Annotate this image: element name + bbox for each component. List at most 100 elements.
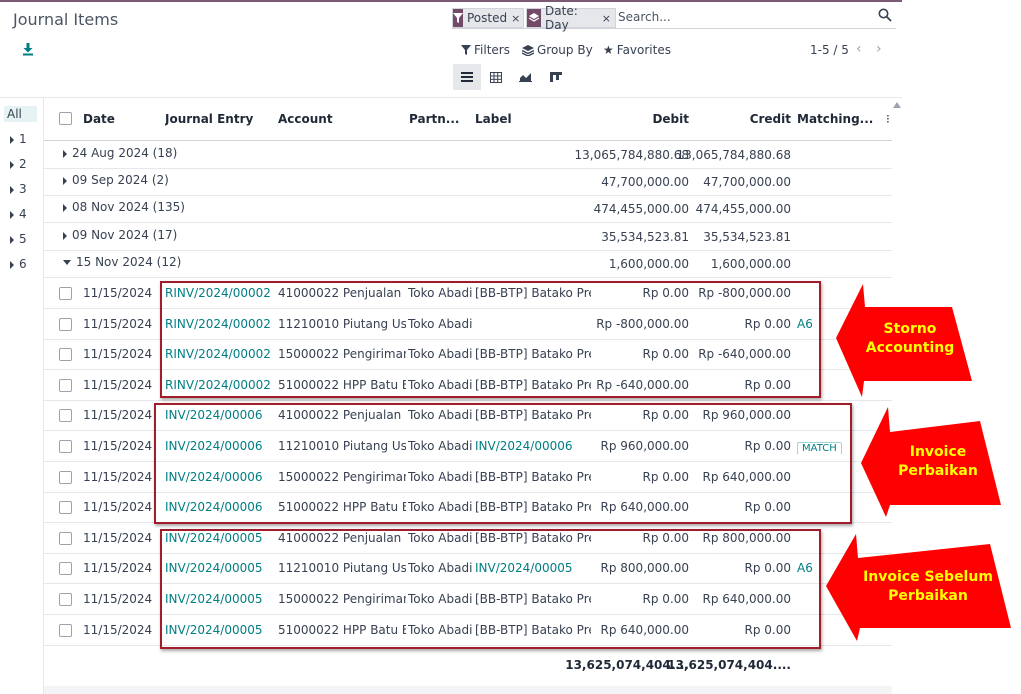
chevron-right-icon[interactable]: › bbox=[876, 41, 882, 57]
group-label: 15 Nov 2024 (12) bbox=[76, 255, 182, 269]
row-checkbox[interactable] bbox=[59, 287, 72, 300]
col-debit[interactable]: Debit bbox=[589, 112, 689, 126]
top-accent-bar bbox=[0, 0, 902, 2]
side-panel-all[interactable]: All bbox=[4, 106, 37, 122]
caret-right-icon bbox=[10, 135, 14, 144]
filters-button[interactable]: Filters bbox=[461, 43, 510, 57]
cell-date: 11/15/2024 bbox=[83, 500, 153, 515]
row-checkbox[interactable] bbox=[59, 409, 72, 423]
pivot-view-icon[interactable] bbox=[482, 64, 510, 90]
list-view-icon[interactable] bbox=[453, 64, 481, 90]
side-panel-item[interactable]: 2 bbox=[10, 157, 27, 171]
download-icon[interactable] bbox=[22, 42, 34, 56]
row-checkbox[interactable] bbox=[59, 593, 72, 606]
chevron-left-icon[interactable]: ‹ bbox=[856, 41, 862, 57]
cell-date: 11/15/2024 bbox=[83, 408, 153, 423]
cell-date: 11/15/2024 bbox=[83, 592, 153, 606]
remove-facet-icon[interactable]: × bbox=[511, 12, 524, 25]
facet-date-day: Date: Day × bbox=[526, 4, 616, 32]
caret-right-icon bbox=[10, 185, 14, 194]
side-panel-item[interactable]: 4 bbox=[10, 207, 27, 221]
cell-date: 11/15/2024 bbox=[83, 530, 153, 545]
cell-date: 11/15/2024 bbox=[83, 377, 153, 392]
facet-posted: Posted × bbox=[452, 8, 524, 28]
facet-label: Date: Day bbox=[545, 4, 578, 32]
filters-label: Filters bbox=[474, 43, 510, 57]
cell-date: 11/15/2024 bbox=[83, 286, 153, 300]
caret-right-icon bbox=[63, 203, 67, 212]
filter-icon bbox=[453, 9, 463, 27]
facet-label: Posted bbox=[467, 11, 508, 25]
gantt-view-icon[interactable] bbox=[542, 64, 570, 90]
col-date[interactable]: Date bbox=[83, 112, 115, 126]
side-panel: All 1 2 3 4 5 6 bbox=[0, 98, 44, 694]
side-panel-item[interactable]: 5 bbox=[10, 232, 27, 246]
caret-right-icon bbox=[63, 149, 67, 158]
caret-right-icon bbox=[10, 160, 14, 169]
col-account[interactable]: Account bbox=[278, 112, 333, 126]
col-journal-entry[interactable]: Journal Entry bbox=[165, 112, 253, 126]
side-panel-item[interactable]: 6 bbox=[10, 257, 27, 271]
group-credit: 35,534,523.81 bbox=[703, 230, 791, 244]
cell-date: 11/15/2024 bbox=[83, 347, 153, 362]
favorites-button[interactable]: ★ Favorites bbox=[603, 43, 671, 57]
col-partner[interactable]: Partn... bbox=[409, 112, 459, 126]
side-panel-item[interactable]: 3 bbox=[10, 182, 27, 196]
group-credit: 47,700,000.00 bbox=[703, 175, 791, 189]
caret-right-icon bbox=[10, 210, 14, 219]
group-label: 24 Aug 2024 (18) bbox=[72, 146, 178, 160]
annotation-label-storno: Storno Accounting bbox=[865, 321, 955, 356]
side-panel-item[interactable]: 1 bbox=[10, 132, 27, 146]
group-by-label: Group By bbox=[537, 43, 593, 57]
pager-value[interactable]: 1-5 / 5 bbox=[810, 43, 849, 57]
group-row[interactable]: 09 Sep 2024 (2) 47,700,000.00 47,700,000.0… bbox=[44, 168, 892, 196]
search-bar: Posted × Date: Day × bbox=[452, 4, 896, 32]
caret-right-icon bbox=[63, 231, 67, 240]
annotation-label-invoice-sebelum: Invoice Sebelum Perbaikan bbox=[863, 569, 993, 604]
caret-right-icon bbox=[10, 235, 14, 244]
group-row[interactable]: 08 Nov 2024 (135) 474,455,000.00 474,455,0… bbox=[44, 195, 892, 223]
row-checkbox[interactable] bbox=[59, 470, 72, 484]
optional-columns-icon[interactable]: ⁝ bbox=[886, 112, 894, 126]
star-icon: ★ bbox=[603, 43, 614, 57]
highlight-box-invoice-sebelum bbox=[160, 529, 821, 649]
row-checkbox[interactable] bbox=[59, 501, 72, 515]
search-icon[interactable] bbox=[878, 8, 892, 22]
col-label[interactable]: Label bbox=[475, 112, 512, 126]
group-label: 09 Nov 2024 (17) bbox=[72, 228, 178, 242]
row-checkbox[interactable] bbox=[59, 531, 72, 545]
search-input[interactable] bbox=[618, 8, 868, 26]
row-checkbox[interactable] bbox=[59, 348, 72, 362]
cell-date: 11/15/2024 bbox=[83, 561, 153, 576]
group-by-button[interactable]: Group By bbox=[522, 43, 593, 57]
row-checkbox[interactable] bbox=[59, 317, 72, 331]
caret-down-icon bbox=[63, 260, 71, 265]
totals-row: 13,625,074,404.... 13,625,074,404.... bbox=[44, 646, 892, 684]
select-all-checkbox[interactable] bbox=[59, 112, 72, 125]
group-credit: 1,600,000.00 bbox=[710, 257, 791, 271]
remove-facet-icon[interactable]: × bbox=[602, 12, 615, 25]
scroll-up-icon[interactable] bbox=[893, 102, 901, 108]
cell-date: 11/15/2024 bbox=[83, 622, 153, 637]
group-row[interactable]: 09 Nov 2024 (17) 35,534,523.81 35,534,523.… bbox=[44, 223, 892, 251]
total-credit: 13,625,074,404.... bbox=[667, 658, 791, 672]
group-row[interactable]: 24 Aug 2024 (18) 13,065,784,880.68 13,065,… bbox=[44, 141, 892, 169]
group-credit: 13,065,784,880.68 bbox=[676, 148, 791, 162]
cell-date: 11/15/2024 bbox=[83, 469, 153, 484]
row-checkbox[interactable] bbox=[59, 623, 72, 637]
col-matching[interactable]: Matching... bbox=[797, 112, 873, 126]
row-checkbox[interactable] bbox=[59, 378, 72, 392]
layers-icon bbox=[527, 9, 542, 27]
highlight-box-invoice-perbaikan bbox=[154, 403, 852, 524]
row-checkbox[interactable] bbox=[59, 440, 72, 453]
list-footer-band bbox=[44, 686, 892, 694]
annotation-label-invoice-perbaikan: Invoice Perbaikan bbox=[898, 444, 978, 479]
graph-view-icon[interactable] bbox=[511, 64, 539, 90]
row-checkbox[interactable] bbox=[59, 562, 72, 576]
col-credit[interactable]: Credit bbox=[691, 112, 791, 126]
list-header: Date Journal Entry Account Partn... Labe… bbox=[44, 98, 892, 141]
group-row[interactable]: 15 Nov 2024 (12) 1,600,000.00 1,600,000.00 bbox=[44, 250, 892, 278]
cell-date: 11/15/2024 bbox=[83, 439, 153, 453]
group-label: 09 Sep 2024 (2) bbox=[72, 173, 169, 187]
group-credit: 474,455,000.00 bbox=[695, 202, 791, 216]
